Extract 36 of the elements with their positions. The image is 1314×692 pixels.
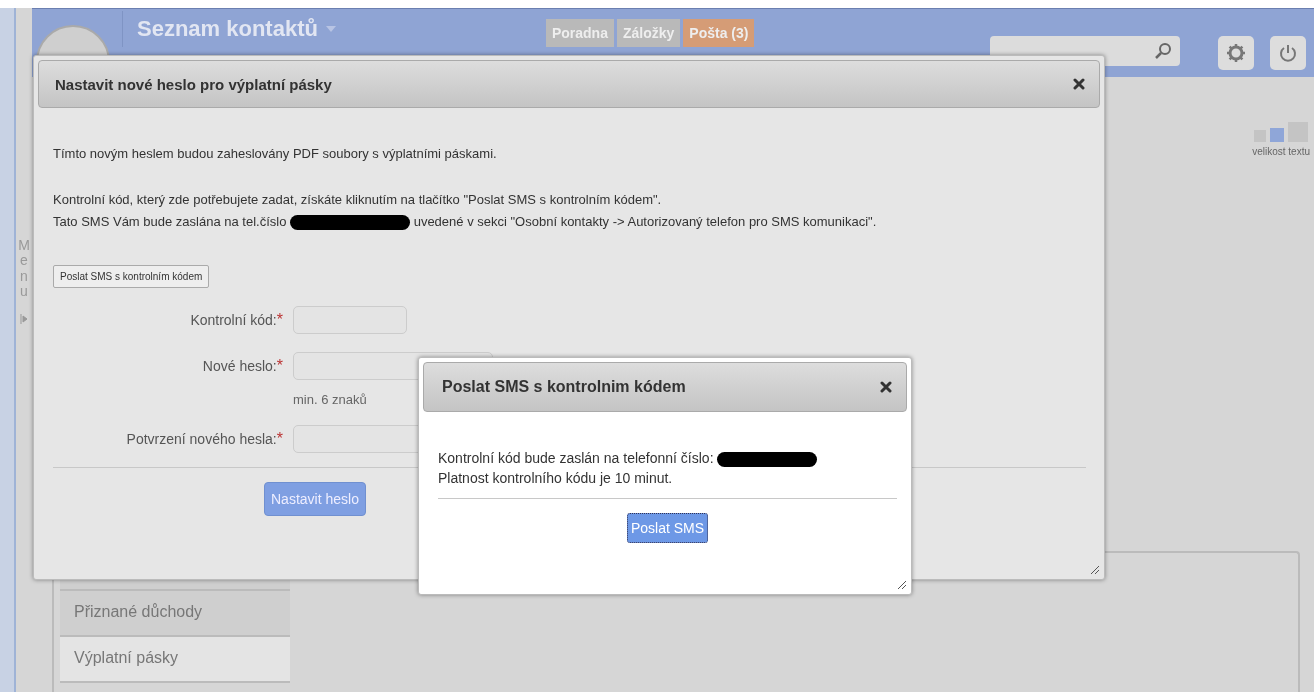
info-text: Kontrolní kód bude zaslán na telefonní číslo: bbox=[438, 450, 714, 466]
info-text: Platnost kontrolního kódu je 10 minut. bbox=[438, 469, 674, 488]
required-mark: * bbox=[276, 430, 283, 447]
close-icon[interactable] bbox=[1073, 78, 1085, 90]
search-icon[interactable] bbox=[1154, 42, 1172, 60]
expand-icon[interactable] bbox=[20, 313, 28, 324]
send-sms-button[interactable]: Poslat SMS s kontrolním kódem bbox=[53, 265, 210, 288]
set-password-button[interactable]: Nastavit heslo bbox=[264, 482, 366, 516]
text-size-option[interactable] bbox=[1270, 128, 1285, 142]
settings-button[interactable] bbox=[1218, 36, 1254, 70]
text-size-label: velikost textu bbox=[1252, 146, 1310, 157]
resize-grip-icon[interactable] bbox=[1088, 563, 1100, 575]
intro-text: Tímto novým heslem budou zaheslovány PDF soubory s výplatními páskami. bbox=[53, 146, 498, 161]
dropdown-caret-icon bbox=[325, 26, 336, 32]
info-text: uvedené v sekci "Osobní kontakty -> Autorizovaný telefon pro SMS komunikaci". bbox=[413, 214, 877, 229]
info-text: Tato SMS Vám bude zaslána na tel.číslo bbox=[53, 214, 287, 229]
field-label: Nové heslo: bbox=[202, 358, 277, 374]
side-tab[interactable]: Výplatní pásky bbox=[60, 637, 290, 683]
power-icon bbox=[1278, 43, 1298, 63]
menu-label[interactable]: Menu bbox=[17, 238, 31, 300]
input-field[interactable] bbox=[293, 306, 407, 334]
field-label: Potvrzení nového hesla: bbox=[126, 431, 277, 447]
field-hint: min. 6 znaků bbox=[293, 392, 368, 407]
dialog-title: Nastavit nové heslo pro výplatní pásky bbox=[55, 75, 332, 93]
required-mark: * bbox=[276, 311, 283, 328]
contacts-dropdown[interactable]: Seznam kontaktů bbox=[122, 11, 336, 47]
field-label: Kontrolní kód: bbox=[190, 312, 277, 328]
dialog-title: Poslat SMS s kontrolnim kódem bbox=[442, 378, 686, 396]
info-text: Kontrolní kód, který zde potřebujete zadat, získáte kliknutím na tlačítko "Poslat SMS s kontrolním kódem". bbox=[53, 191, 663, 209]
close-icon[interactable] bbox=[880, 381, 892, 393]
required-mark: * bbox=[276, 357, 283, 374]
side-tab[interactable]: Přiznané důchody bbox=[60, 591, 290, 637]
settings-icon bbox=[1226, 43, 1246, 63]
power-button[interactable] bbox=[1270, 36, 1306, 70]
resize-grip-icon[interactable] bbox=[895, 578, 907, 590]
send-sms-button[interactable]: Poslat SMS bbox=[626, 513, 709, 543]
